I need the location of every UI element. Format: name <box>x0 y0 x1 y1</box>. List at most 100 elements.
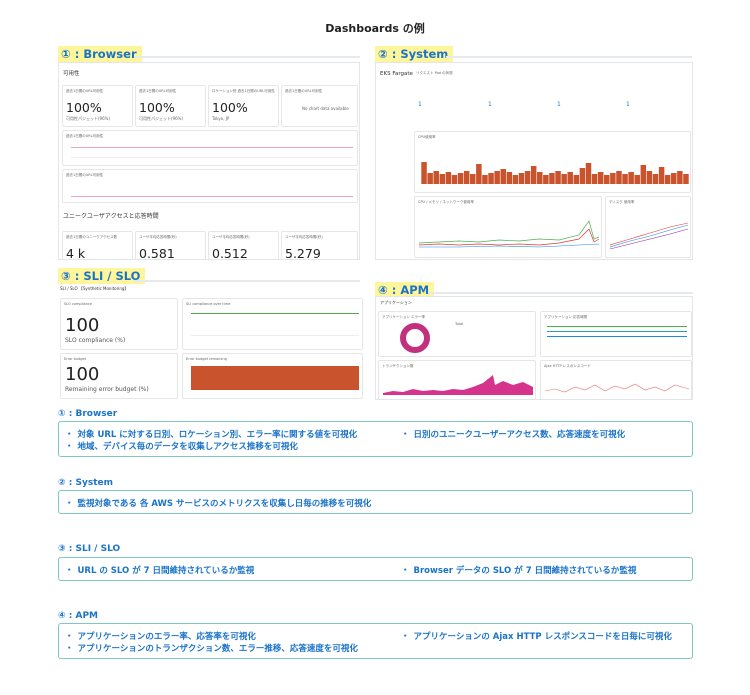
cpu-bar <box>494 171 500 184</box>
apm-ajax-chart[interactable]: Ajax HTTP レスポンスコード <box>540 360 692 399</box>
panel-header: EKS Fargate <box>380 71 413 77</box>
card-caption: 過去1日間のURL可用性 <box>139 89 177 93</box>
cpu-bar <box>567 172 573 184</box>
chart-caption: アプリケーション エラー率 <box>382 315 426 319</box>
section-rule <box>134 280 360 282</box>
apm-dashboard-panel: アプリケーション アプリケーション エラー率 Total アプリケーション 応答… <box>375 296 693 400</box>
cpu-bar <box>579 168 586 184</box>
cpu-bar <box>433 171 439 184</box>
card-sub: 可用性パジェット(96%) <box>139 116 184 121</box>
error-budget-card[interactable]: Error budget 100 Remaining error budget … <box>60 353 178 399</box>
donut-label: Total <box>455 322 464 326</box>
cpu-bar <box>512 175 519 184</box>
cpu-bar <box>591 174 598 184</box>
cpu-bar <box>573 175 580 184</box>
chart-line <box>71 147 353 148</box>
sli-dashboard-panel: SLI / SLO 【Synthetic Monitoring】 SLO com… <box>58 284 365 400</box>
response-time-card[interactable]: ユーザ平均応答時間(秒) 0.581 <box>135 231 206 259</box>
cpu-bar <box>616 171 622 184</box>
cpu-bar <box>604 175 610 184</box>
error-budget-chart[interactable]: Error budget remaining <box>182 353 363 399</box>
cpu-bar <box>677 171 683 184</box>
apm-transaction-chart[interactable]: トランザクション数 <box>378 360 536 399</box>
chart-line <box>71 196 353 197</box>
chart-area <box>191 366 359 390</box>
card-value: 100% <box>212 100 248 115</box>
disk-usage-chart[interactable]: ディスク 使用率 <box>605 196 691 258</box>
desc-item: ・アプリケーションのトランザクション数、エラー推移、応答速度を可視化 <box>65 644 358 654</box>
unique-access-card[interactable]: 過去1日間のユニークアクセス数 4 k <box>62 231 133 260</box>
metric-value: 1 <box>418 101 422 108</box>
card-value: 5.279 <box>285 246 321 260</box>
desc-head-browser: ① : Browser <box>58 409 118 419</box>
sli-compliance-chart[interactable]: SLI compliance over time <box>182 298 363 350</box>
slo-compliance-card[interactable]: SLO compliance 100 SLO compliance (%) <box>60 298 178 350</box>
empty-chart-card[interactable]: 過去1日間のURL可用性 No chart data available <box>281 85 358 127</box>
chart-caption: アプリケーション 応答時間 <box>544 315 588 319</box>
desc-head-apm: ④ : APM <box>58 611 99 621</box>
donut-chart <box>400 323 430 353</box>
cpu-bar <box>628 172 634 184</box>
line-chart-svg <box>545 383 689 393</box>
system-dashboard-panel: EKS Fargate リクエスト Pod の状態 1 1 1 1 CPU使用率… <box>375 62 693 260</box>
availability-card[interactable]: 過去1日間のURL可用性 100% 可用性パジェット(96%) <box>135 85 206 127</box>
desc-box-apm: ・アプリケーションのエラー率、応答率を可視化 ・アプリケーションのトランザクショ… <box>58 623 693 659</box>
line-chart-svg <box>419 220 599 248</box>
response-time-card[interactable]: ユーザ平均応答時間(秒) 5.279 <box>281 231 358 260</box>
card-value: 4 k <box>66 246 86 260</box>
cpu-bar <box>671 173 677 184</box>
response-time-card[interactable]: ユーザ平均応答時間(秒) 0.512 <box>208 231 279 260</box>
section-label-browser: ① : Browser <box>58 46 142 62</box>
desc-head-system: ② : System <box>58 478 113 488</box>
availability-line-chart[interactable]: 過去1日間のURL可用性 <box>62 130 358 166</box>
cpu-bar <box>518 173 525 184</box>
cpu-bar <box>530 166 537 184</box>
chart-caption: ディスク 使用率 <box>609 200 635 204</box>
cpu-bar <box>445 172 452 184</box>
card-value: 100 <box>65 315 100 336</box>
cpu-bar <box>457 173 464 184</box>
chart-caption: Error budget remaining <box>186 357 227 361</box>
card-value: 0.512 <box>212 246 248 260</box>
usage-line-chart[interactable]: CPU / メモリ / ネットワーク使用率 <box>414 196 602 258</box>
availability-line-chart-2[interactable]: 過去1日間のURL可用性 <box>62 169 358 203</box>
panel-header: SLI / SLO 【Synthetic Monitoring】 <box>60 286 129 291</box>
desc-item: ・日別のユニークユーザーアクセス数、応答速度を可視化 <box>401 430 626 440</box>
cpu-bar <box>640 165 647 184</box>
cpu-bar <box>543 175 549 184</box>
desc-item: ・ URL の SLO が 7 日間維持されているか監視 <box>65 566 255 576</box>
chart-line <box>547 326 687 327</box>
location-availability-card[interactable]: ロケーション別 過去1日間のURL可用性 100% Tokyo, JP <box>208 85 279 127</box>
cpu-bar <box>646 171 653 184</box>
card-sub: Remaining error budget (%) <box>65 386 149 393</box>
apm-response-chart[interactable]: アプリケーション 応答時間 <box>540 311 692 357</box>
cpu-bar <box>561 174 567 184</box>
desc-box-sli: ・ URL の SLO が 7 日間維持されているか監視 ・ Browser データ… <box>58 557 693 581</box>
cpu-bar-chart[interactable]: CPU使用率 <box>414 131 691 193</box>
cpu-bar <box>683 174 689 184</box>
panel-header: 可用性 <box>63 71 80 77</box>
desc-item: ・アプリケーションの Ajax HTTP レスポンスコードを日毎に可視化 <box>401 632 672 642</box>
cpu-bar <box>476 164 482 184</box>
chart-axis <box>191 335 359 336</box>
section-rule <box>446 56 692 58</box>
metric-value: 1 <box>557 101 561 108</box>
pod-status-widget[interactable]: リクエスト Pod の状態 1 1 1 1 <box>414 67 690 127</box>
cpu-bar <box>463 171 470 184</box>
cpu-bar <box>597 172 604 184</box>
cpu-bar <box>549 173 555 184</box>
chart-caption: 過去1日間のURL可用性 <box>66 173 104 177</box>
cpu-bar <box>451 175 458 184</box>
cpu-bar <box>524 171 531 184</box>
line-chart-svg <box>610 222 688 250</box>
cpu-bar <box>652 174 659 184</box>
section-subheader: ユニークユーザアクセスと応答時間 <box>63 213 159 220</box>
chart-caption: SLI compliance over time <box>186 302 231 306</box>
availability-card[interactable]: 過去1日間のURL可用性 100% 可用性パジェット(96%) <box>62 85 133 127</box>
card-caption: ユーザ平均応答時間(秒) <box>285 235 323 239</box>
desc-item: ・対象 URL に対する日別、ロケーション別、エラー率に関する値を可視化 <box>65 430 358 440</box>
desc-box-system: ・監視対象である 各 AWS サービスのメトリクスを収集し日毎の推移を可視化 <box>58 490 693 514</box>
cpu-bar <box>658 167 665 184</box>
cpu-bar <box>421 162 427 184</box>
apm-error-rate-chart[interactable]: アプリケーション エラー率 Total <box>378 311 536 357</box>
